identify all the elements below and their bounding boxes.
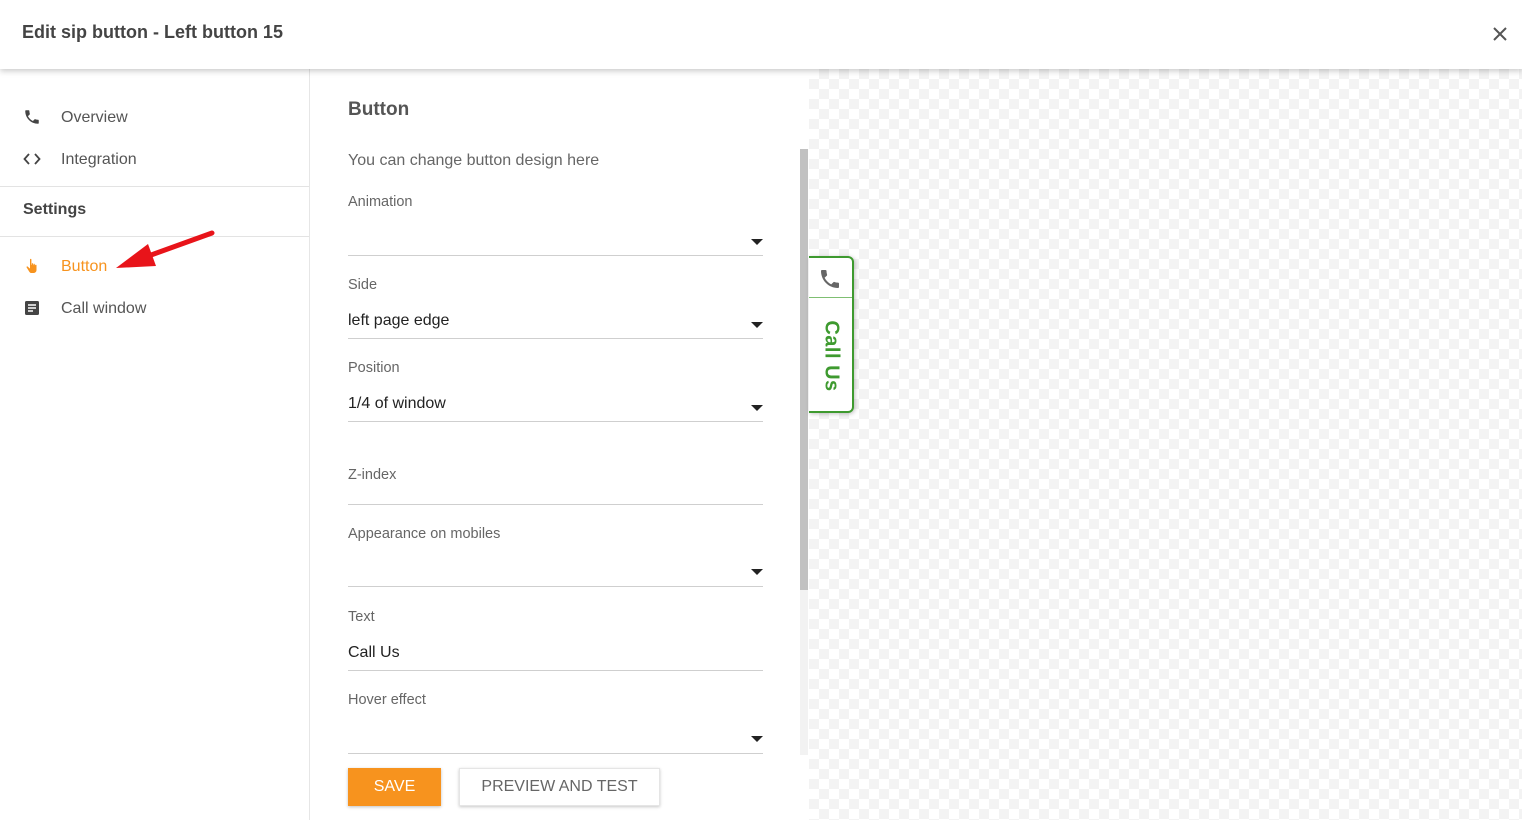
sip-button-label: Call Us [820, 320, 843, 392]
preview-canvas: Call Us [809, 69, 1522, 820]
phone-icon [818, 267, 842, 291]
sidebar-item-label: Overview [61, 109, 128, 126]
text-input[interactable]: Text Call Us [348, 609, 763, 679]
field-underline [348, 586, 763, 587]
position-select[interactable]: Position 1/4 of window [348, 360, 763, 430]
field-label: Side [348, 277, 378, 293]
button-settings-form: Button You can change button design here… [310, 69, 809, 820]
dialog-title: Edit sip button - Left button 15 [22, 22, 283, 42]
field-label: Position [348, 360, 400, 376]
field-underline [348, 255, 763, 256]
caret-down-icon [751, 239, 763, 245]
divider [0, 186, 309, 187]
sidebar-item-overview[interactable]: Overview [0, 97, 309, 137]
phone-icon [23, 108, 41, 126]
field-underline [348, 421, 763, 422]
dialog-header: Edit sip button - Left button 15 [0, 0, 1522, 69]
save-button[interactable]: SAVE [348, 768, 441, 806]
preview-and-test-button[interactable]: PREVIEW AND TEST [459, 768, 660, 806]
animation-select[interactable]: Animation [348, 194, 763, 264]
field-value: left page edge [348, 312, 450, 329]
caret-down-icon [751, 322, 763, 328]
field-label: Animation [348, 194, 413, 210]
sidebar-item-call-window[interactable]: Call window [0, 288, 309, 328]
caret-down-icon [751, 569, 763, 575]
mobiles-select[interactable]: Appearance on mobiles [348, 526, 763, 596]
scrollbar-thumb[interactable] [800, 149, 808, 590]
caret-down-icon [751, 736, 763, 742]
close-icon[interactable] [1488, 22, 1512, 46]
sidebar-item-label: Integration [61, 151, 137, 168]
side-select[interactable]: Side left page edge [348, 277, 763, 347]
form-title: Button [348, 99, 410, 120]
annotation-arrow-icon [116, 230, 215, 268]
code-icon [23, 150, 41, 168]
field-label: Text [348, 609, 375, 625]
field-underline [348, 670, 763, 671]
call-us-sip-button[interactable]: Call Us [809, 256, 854, 413]
field-underline [348, 504, 763, 505]
sidebar: Overview Integration Settings Button Cal… [0, 69, 310, 820]
field-label: Hover effect [348, 692, 426, 708]
form-description: You can change button design here [348, 152, 600, 169]
settings-heading: Settings [23, 201, 87, 218]
field-underline [348, 338, 763, 339]
hover-effect-select[interactable]: Hover effect [348, 692, 763, 762]
document-icon [23, 299, 41, 317]
field-label: Z-index [348, 467, 397, 483]
field-underline [348, 753, 763, 754]
field-label: Appearance on mobiles [348, 526, 501, 542]
field-value: 1/4 of window [348, 395, 446, 412]
hand-pointer-icon [23, 257, 41, 275]
sidebar-item-label: Button [61, 258, 108, 275]
caret-down-icon [751, 405, 763, 411]
sip-button-divider [809, 297, 852, 298]
field-value: Call Us [348, 644, 400, 661]
sidebar-item-integration[interactable]: Integration [0, 139, 309, 179]
sidebar-item-label: Call window [61, 300, 147, 317]
